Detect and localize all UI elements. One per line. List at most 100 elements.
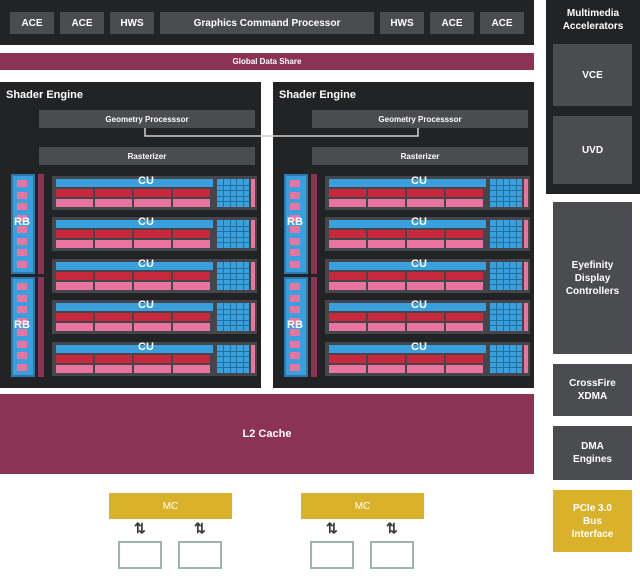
cu-register-block (407, 365, 444, 373)
ace-3-label: ACE (441, 17, 463, 29)
cu-scalar-band (329, 303, 486, 311)
memory-controller-1: MC (109, 493, 232, 519)
cu-cache-grid-line (490, 231, 522, 233)
cu-cache-grid-line (490, 319, 522, 321)
compute-unit (52, 259, 257, 293)
cu-cache-grid-line (515, 303, 517, 331)
cu-register-block (95, 199, 132, 207)
bidirectional-arrow-icon: ⇅ (194, 520, 206, 536)
cu-simd-block (407, 272, 444, 280)
render-backend-label: RB (287, 216, 303, 228)
cu-simd-block (173, 189, 210, 197)
rasterizer: Rasterizer (312, 147, 528, 165)
cu-register-block (368, 365, 405, 373)
cu-register-block (446, 282, 483, 290)
cu-simd-block (134, 189, 171, 197)
cu-simd-block (368, 230, 405, 238)
cu-cache-grid-line (490, 314, 522, 316)
cu-register-block (368, 199, 405, 207)
cu-cache-grid-line (490, 190, 522, 192)
render-backend-cell (290, 191, 300, 199)
cu-cache-grid-line (236, 220, 238, 248)
render-backend-cell (17, 363, 27, 371)
cu-cache-grid-line (217, 190, 249, 192)
cu-cache-grid-line (502, 179, 504, 207)
cu-local-store (524, 220, 528, 248)
cu-cache-grid-line (502, 262, 504, 290)
eyefinity-block: Eyefinity Display Controllers (553, 202, 632, 354)
cu-simd-block (173, 272, 210, 280)
cu-cache-grid-line (236, 345, 238, 373)
bidirectional-arrow-icon: ⇅ (386, 520, 398, 536)
cu-cache-grid-line (217, 356, 249, 358)
cu-simd-block (134, 313, 171, 321)
dma-block: DMA Engines (553, 426, 632, 480)
cu-register-block (95, 365, 132, 373)
memory-controller-label: MC (162, 500, 179, 512)
bidirectional-arrow-icon: ⇅ (134, 520, 146, 536)
hws-2-label: HWS (390, 17, 414, 29)
cu-register-block (407, 240, 444, 248)
cu-cache-grid-line (496, 303, 498, 331)
cu-local-store (251, 345, 255, 373)
cu-cache-grid (217, 303, 249, 331)
vce-label: VCE (582, 69, 603, 81)
cu-cache-grid-line (217, 184, 249, 186)
cu-cache-grid-line (515, 220, 517, 248)
cu-simd-block (446, 230, 483, 238)
cu-register-block (56, 323, 93, 331)
cu-local-store (251, 179, 255, 207)
compute-unit-label: CU (138, 299, 154, 311)
cu-cache-grid (490, 262, 522, 290)
cu-simd-block (56, 355, 93, 363)
cu-cache-grid-line (223, 179, 225, 207)
cu-cache-grid-line (502, 220, 504, 248)
cu-local-store (524, 262, 528, 290)
cu-register-block (407, 323, 444, 331)
cu-scalar-band (56, 220, 213, 228)
cu-simd-block (446, 272, 483, 280)
cu-register-block (56, 199, 93, 207)
compute-unit-label: CU (411, 341, 427, 353)
cu-register-block (173, 240, 210, 248)
cu-cache-grid-line (490, 201, 522, 203)
render-backend-cell (17, 283, 27, 290)
cu-cache-grid-line (515, 345, 517, 373)
dma-label: DMA Engines (573, 441, 612, 465)
cu-register-block (134, 199, 171, 207)
cu-cache-grid-line (223, 303, 225, 331)
cu-cache-grid-line (515, 179, 517, 207)
vce-block: VCE (553, 44, 632, 106)
geometry-processor: Geometry Processsor (312, 110, 528, 128)
global-data-share: Global Data Share (0, 53, 534, 70)
shader-engine-title: Shader Engine (6, 89, 84, 101)
cu-simd-block (407, 189, 444, 197)
cu-cache-grid-line (217, 278, 249, 280)
crossfire-block: CrossFire XDMA (553, 364, 632, 416)
cu-scalar-band (329, 179, 486, 187)
cu-local-store (251, 303, 255, 331)
pcie-label: PCIe 3.0 Bus Interface (571, 502, 614, 540)
cu-scalar-band (329, 262, 486, 270)
compute-unit (52, 300, 257, 334)
rasterizer: Rasterizer (39, 147, 255, 165)
cu-register-block (56, 282, 93, 290)
cu-cache-grid-line (496, 220, 498, 248)
render-backend-cell (17, 294, 27, 302)
cu-cache-grid-line (236, 262, 238, 290)
ace-2-label: ACE (71, 17, 93, 29)
cu-cache-grid-line (217, 195, 249, 197)
cu-cache-grid-line (217, 367, 249, 369)
compute-unit-label: CU (411, 258, 427, 270)
cu-register-block (329, 199, 366, 207)
cu-simd-block (446, 355, 483, 363)
cu-simd-block (173, 313, 210, 321)
cu-register-block (95, 240, 132, 248)
render-backend-cell (17, 352, 27, 359)
cu-register-block (95, 282, 132, 290)
cu-simd-block (134, 355, 171, 363)
compute-unit (325, 259, 530, 293)
render-backend-label: RB (14, 319, 30, 331)
cu-cache-grid-line (242, 303, 244, 331)
hws-1: HWS (110, 12, 154, 34)
